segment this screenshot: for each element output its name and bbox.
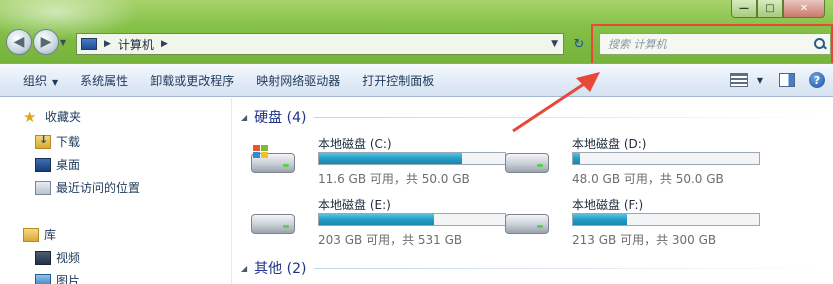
sidebar-item-label: 图片 bbox=[56, 274, 81, 284]
maximize-button[interactable]: □ bbox=[757, 0, 783, 18]
usage-bar-fill bbox=[573, 214, 627, 225]
breadcrumb-chevron-icon[interactable]: ▶ bbox=[104, 39, 111, 49]
refresh-button[interactable]: ↻ bbox=[568, 33, 590, 55]
star-icon: ★ bbox=[23, 107, 37, 126]
forward-button[interactable]: ▶ bbox=[33, 29, 59, 55]
drive-item[interactable]: 本地磁盘 (E:) 203 GB 可用，共 531 GB bbox=[249, 196, 506, 247]
help-icon[interactable]: ? bbox=[809, 72, 825, 88]
window-controls: — □ ✕ bbox=[731, 0, 825, 18]
sidebar-item-desktop[interactable]: 桌面 bbox=[35, 156, 80, 173]
drive-item[interactable]: 本地磁盘 (D:) 48.0 GB 可用，共 50.0 GB bbox=[503, 135, 760, 186]
sidebar-item-label: 下载 bbox=[56, 135, 81, 149]
close-button[interactable]: ✕ bbox=[783, 0, 825, 18]
minimize-button[interactable]: — bbox=[731, 0, 757, 18]
library-icon bbox=[23, 227, 39, 242]
section-header-other[interactable]: ◢ 其他 (2) bbox=[241, 258, 831, 278]
change-view-icon[interactable] bbox=[729, 73, 748, 87]
sidebar-item-videos[interactable]: 视频 bbox=[35, 249, 80, 266]
recent-places-icon bbox=[35, 180, 51, 195]
usage-bar-fill bbox=[573, 153, 581, 164]
map-network-drive-button[interactable]: 映射网络驱动器 bbox=[245, 72, 351, 89]
sidebar-libraries[interactable]: 库 bbox=[23, 226, 56, 243]
videos-icon bbox=[35, 250, 51, 265]
sidebar-favorites[interactable]: ★ 收藏夹 bbox=[23, 108, 81, 125]
hard-drive-icon bbox=[249, 206, 297, 236]
drive-name: 本地磁盘 (F:) bbox=[572, 198, 644, 212]
section-title: 其他 (2) bbox=[254, 261, 307, 277]
uninstall-program-button[interactable]: 卸载或更改程序 bbox=[139, 72, 245, 89]
drive-free-space: 11.6 GB 可用，共 50.0 GB bbox=[318, 172, 470, 186]
chevron-down-icon: ▼ bbox=[52, 77, 59, 87]
drive-item[interactable]: 本地磁盘 (F:) 213 GB 可用，共 300 GB bbox=[503, 196, 760, 247]
sidebar-item-label: 桌面 bbox=[56, 158, 81, 172]
content-pane: ◢ 硬盘 (4) 本地磁盘 (C:) 11.6 GB 可用，共 50.0 GB … bbox=[233, 98, 833, 284]
back-button[interactable]: ◀ bbox=[6, 29, 32, 55]
toolbar-right: ▼ ? bbox=[729, 72, 833, 88]
usage-bar bbox=[318, 152, 506, 165]
pictures-icon bbox=[35, 273, 51, 284]
collapse-icon[interactable]: ◢ bbox=[241, 113, 247, 122]
organize-label: 组织 bbox=[23, 73, 48, 88]
preview-pane-icon[interactable] bbox=[779, 73, 795, 87]
history-dropdown-icon[interactable]: ▼ bbox=[60, 38, 70, 55]
sidebar-item-pictures[interactable]: 图片 bbox=[35, 272, 80, 284]
downloads-folder-icon bbox=[35, 133, 51, 149]
hard-drive-icon bbox=[249, 145, 297, 175]
usage-bar bbox=[318, 213, 506, 226]
address-bar[interactable]: ▶ 计算机 ▶ ▼ bbox=[76, 33, 564, 55]
drive-free-space: 213 GB 可用，共 300 GB bbox=[572, 233, 717, 247]
computer-icon bbox=[81, 38, 97, 50]
drive-name: 本地磁盘 (D:) bbox=[572, 137, 647, 151]
back-arrow-icon: ◀ bbox=[13, 34, 25, 50]
breadcrumb-computer[interactable]: 计算机 bbox=[118, 36, 154, 53]
open-control-panel-button[interactable]: 打开控制面板 bbox=[351, 72, 445, 89]
drive-name: 本地磁盘 (C:) bbox=[318, 137, 392, 151]
view-dropdown-icon[interactable]: ▼ bbox=[757, 76, 763, 85]
drive-free-space: 203 GB 可用，共 531 GB bbox=[318, 233, 463, 247]
usage-bar-fill bbox=[319, 214, 435, 225]
breadcrumb-chevron-icon[interactable]: ▶ bbox=[161, 39, 168, 49]
sidebar-item-downloads[interactable]: 下载 bbox=[35, 133, 80, 150]
refresh-icon: ↻ bbox=[573, 36, 585, 52]
libraries-label: 库 bbox=[44, 228, 57, 242]
sidebar-item-recent[interactable]: 最近访问的位置 bbox=[35, 179, 140, 196]
sidebar-item-label: 视频 bbox=[56, 251, 81, 265]
sidebar-item-label: 最近访问的位置 bbox=[56, 181, 141, 195]
nav-buttons: ◀ ▶ ▼ bbox=[6, 29, 70, 55]
drive-item[interactable]: 本地磁盘 (C:) 11.6 GB 可用，共 50.0 GB bbox=[249, 135, 506, 186]
desktop-icon bbox=[35, 157, 51, 172]
hard-drive-icon bbox=[503, 206, 551, 236]
section-divider bbox=[314, 267, 831, 269]
address-dropdown-icon[interactable]: ▼ bbox=[551, 39, 558, 49]
section-title: 硬盘 (4) bbox=[254, 110, 307, 126]
organize-menu[interactable]: 组织 ▼ bbox=[0, 72, 69, 89]
section-header-hard-drives[interactable]: ◢ 硬盘 (4) bbox=[241, 107, 831, 127]
usage-bar-fill bbox=[319, 153, 463, 164]
collapse-icon[interactable]: ◢ bbox=[241, 264, 247, 273]
command-bar: 组织 ▼ 系统属性 卸载或更改程序 映射网络驱动器 打开控制面板 ▼ ? bbox=[0, 63, 833, 97]
usage-bar bbox=[572, 213, 760, 226]
drive-name: 本地磁盘 (E:) bbox=[318, 198, 391, 212]
forward-arrow-icon: ▶ bbox=[40, 34, 52, 50]
windows-logo-icon bbox=[253, 145, 269, 159]
favorites-label: 收藏夹 bbox=[45, 110, 82, 124]
section-divider bbox=[314, 116, 831, 118]
navigation-pane: ★ 收藏夹 下载 桌面 最近访问的位置 库 视频 图片 bbox=[0, 98, 232, 284]
drive-free-space: 48.0 GB 可用，共 50.0 GB bbox=[572, 172, 724, 186]
system-properties-button[interactable]: 系统属性 bbox=[69, 72, 139, 89]
hard-drive-icon bbox=[503, 145, 551, 175]
usage-bar bbox=[572, 152, 760, 165]
